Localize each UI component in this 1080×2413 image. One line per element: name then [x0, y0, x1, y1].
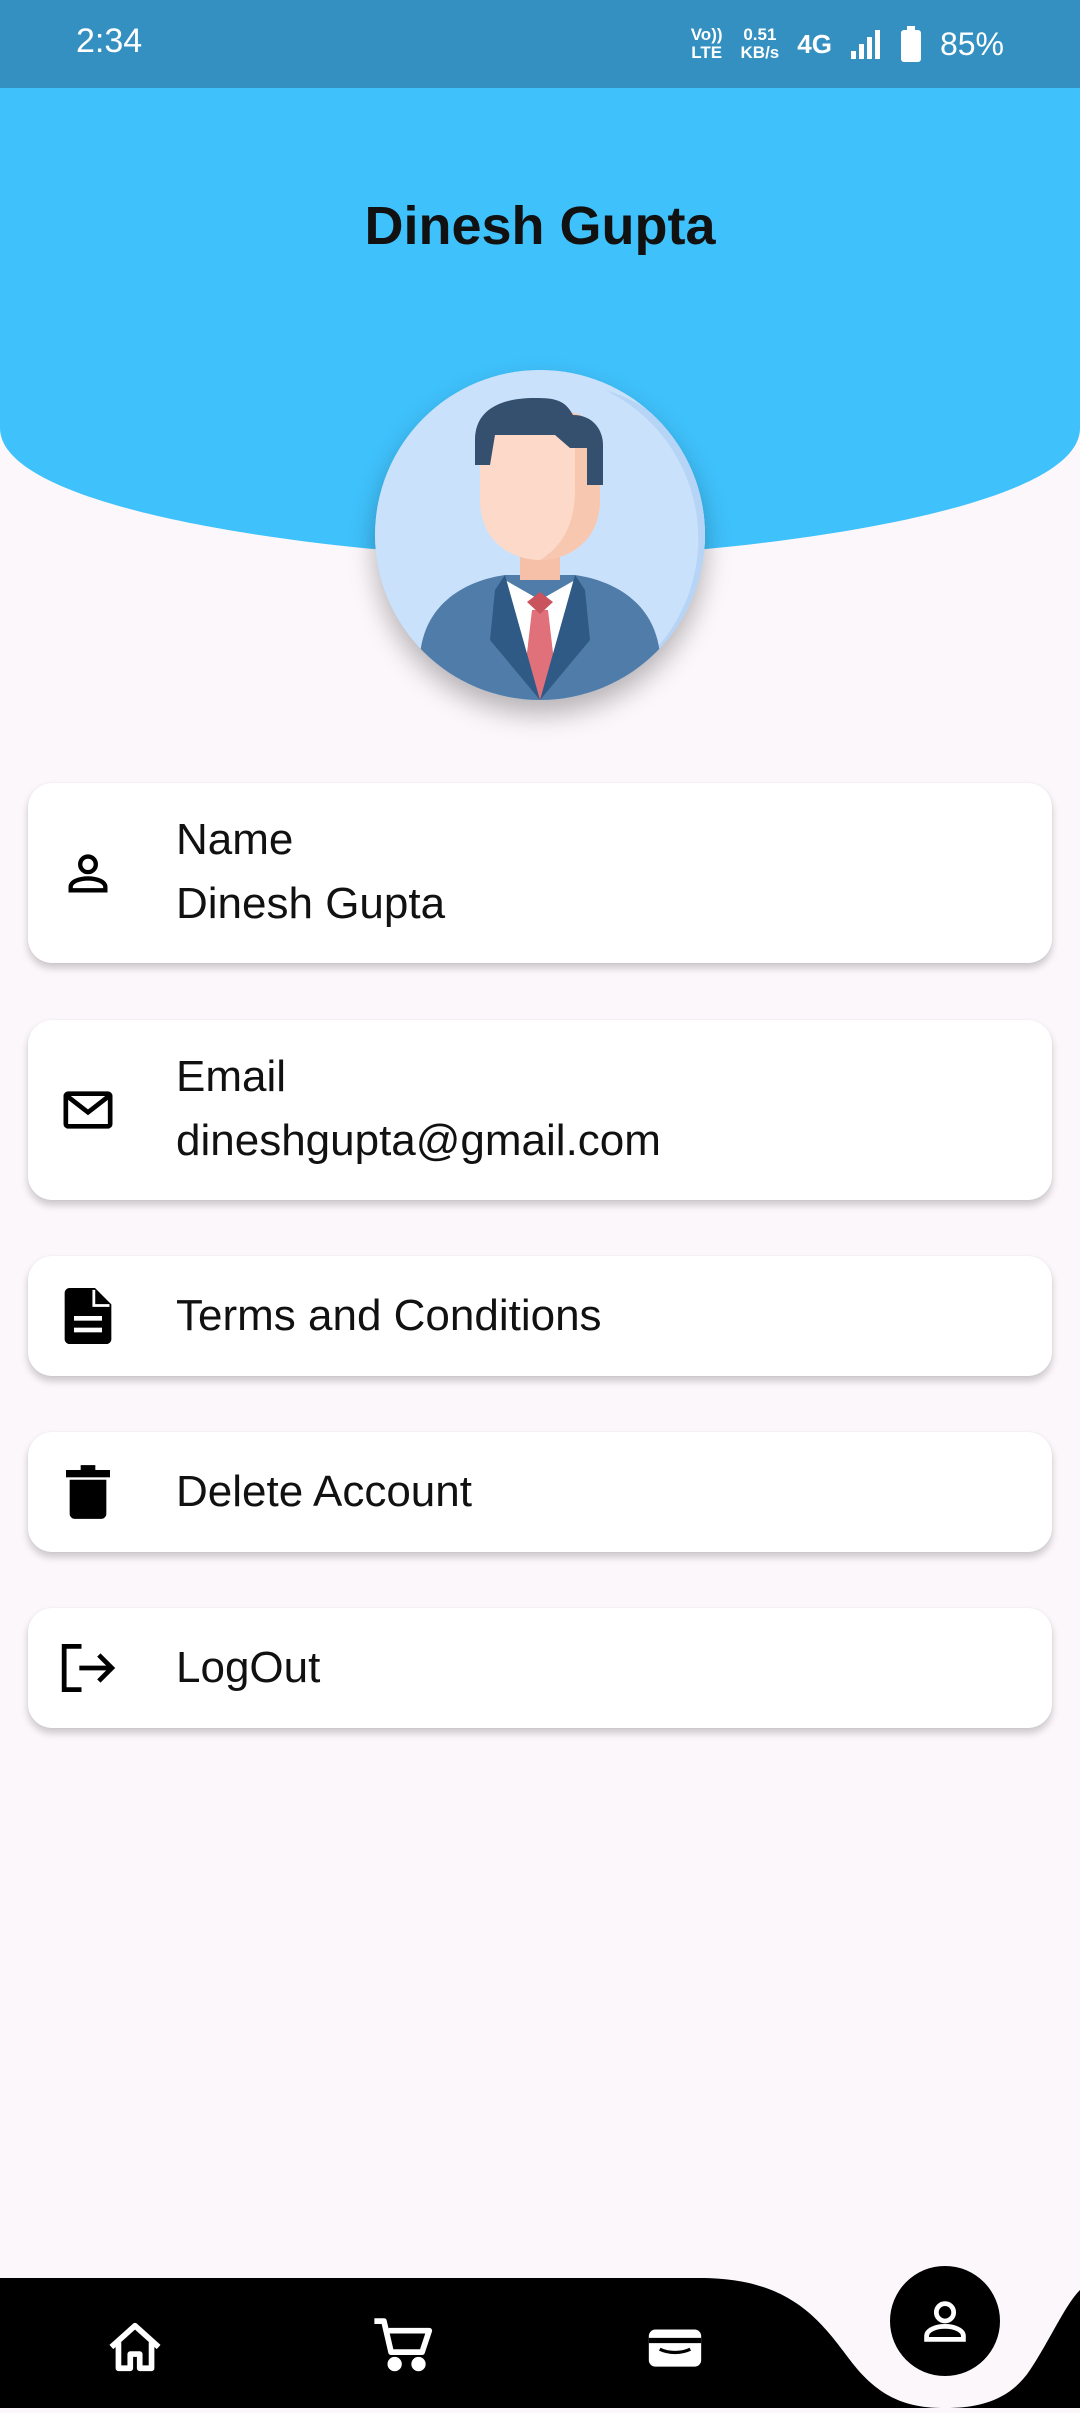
network-speed: 0.51 KB/s [740, 25, 780, 62]
terms-card[interactable]: Terms and Conditions [28, 1256, 1052, 1376]
trash-icon [58, 1462, 118, 1522]
businessman-avatar-icon [375, 370, 705, 700]
logout-label: LogOut [176, 1643, 321, 1692]
nav-profile-button[interactable] [890, 2266, 1000, 2376]
name-label: Name [176, 815, 294, 864]
nav-wallet-button[interactable] [630, 2302, 720, 2392]
page-title: Dinesh Gupta [364, 196, 716, 256]
terms-label: Terms and Conditions [176, 1291, 602, 1340]
name-value: Dinesh Gupta [176, 879, 446, 928]
name-card[interactable]: Name Dinesh Gupta [28, 783, 1052, 963]
mail-outline-icon [58, 1080, 118, 1140]
logout-card[interactable]: LogOut [28, 1608, 1052, 1728]
status-icons: Vo)) LTE 0.51 KB/s 4G 85% [691, 14, 1004, 74]
battery-percent: 85% [939, 25, 1004, 62]
person-outline-icon [58, 843, 118, 903]
cart-icon [374, 2318, 433, 2372]
network-type: 4G [797, 28, 832, 59]
logout-icon [58, 1638, 118, 1698]
signal-icon [850, 30, 880, 59]
email-label: Email [176, 1052, 287, 1101]
battery-icon [900, 26, 921, 62]
document-icon [58, 1286, 118, 1346]
wallet-icon [648, 2329, 702, 2367]
email-value: dineshgupta@gmail.com [176, 1116, 661, 1165]
status-bar: 2:34 Vo)) LTE 0.51 KB/s 4G 85% [0, 0, 1080, 88]
delete-account-label: Delete Account [176, 1467, 472, 1516]
delete-account-card[interactable]: Delete Account [28, 1432, 1052, 1552]
nav-home-button[interactable] [90, 2302, 180, 2392]
email-card[interactable]: Email dineshgupta@gmail.com [28, 1020, 1052, 1200]
nav-cart-button[interactable] [358, 2300, 448, 2390]
status-time: 2:34 [76, 22, 143, 60]
avatar[interactable] [375, 370, 705, 700]
volte-indicator: Vo)) LTE [690, 25, 723, 62]
home-icon [109, 2322, 161, 2372]
profile-icon [924, 2301, 966, 2342]
